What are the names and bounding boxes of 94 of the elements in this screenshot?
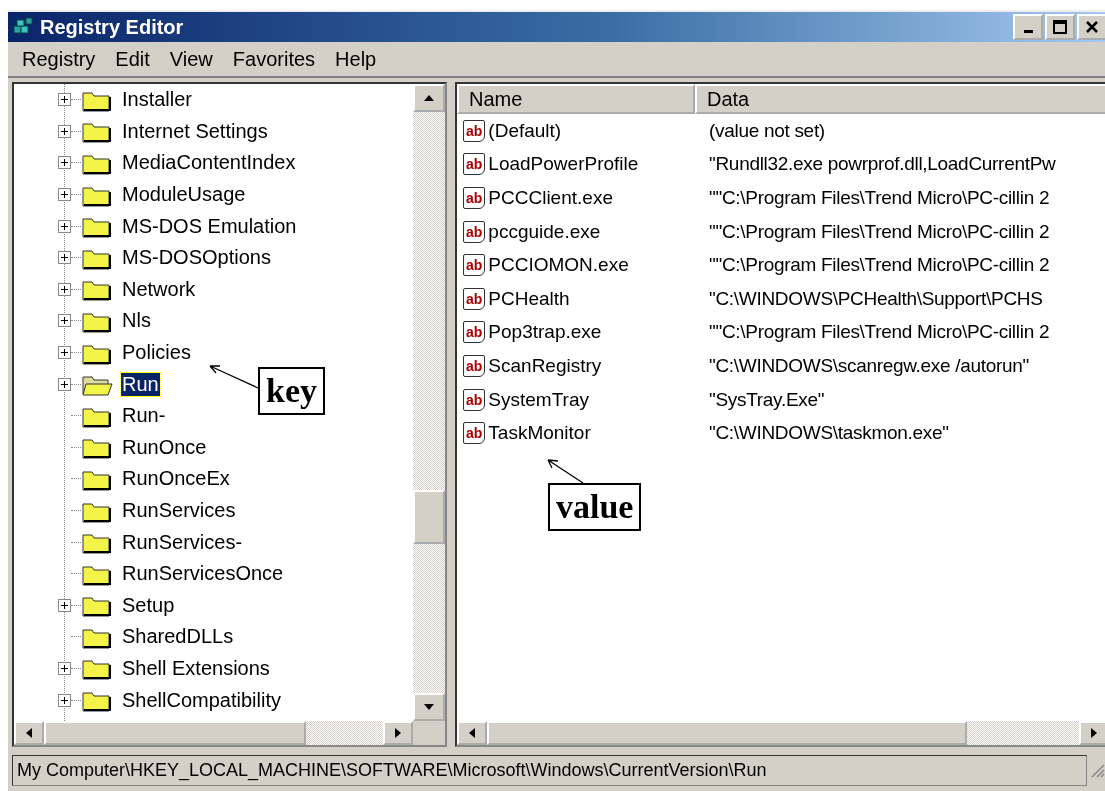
value-name[interactable]: ScanRegistry	[488, 354, 602, 377]
window-title: Registry Editor	[40, 15, 184, 39]
maximize-button[interactable]	[1045, 14, 1075, 40]
tree-item[interactable]: RunOnceEx	[121, 467, 231, 491]
string-value-icon: ab	[463, 220, 486, 243]
tree-item[interactable]: Setup	[121, 593, 176, 617]
string-value-icon: ab	[463, 254, 486, 277]
value-name[interactable]: PCCClient.exe	[488, 187, 613, 209]
value-data: "C:\WINDOWS\PCHealth\Support\PCHS	[708, 287, 1043, 310]
leader-arrow	[209, 365, 259, 389]
string-value-icon: ab	[463, 187, 486, 209]
expand-icon[interactable]	[58, 693, 71, 707]
expand-icon[interactable]	[58, 662, 71, 675]
value-name[interactable]: PCHealth	[488, 287, 570, 310]
status-path: My Computer\HKEY_LOCAL_MACHINE\SOFTWARE\Microsoft\Windows\CurrentVersion\Run	[12, 754, 1087, 786]
expand-icon[interactable]	[58, 251, 71, 265]
value-data: "C:\WINDOWS\scanregw.exe /autorun"	[708, 354, 1030, 377]
value-data: ""C:\Program Files\Trend Micro\PC-cillin 2	[708, 254, 1050, 277]
value-name[interactable]: Pop3trap.exe	[488, 321, 602, 344]
tree-item[interactable]: ShellCompatibility	[121, 688, 282, 712]
down-arrow-icon	[423, 703, 435, 711]
value-name[interactable]: pccguide.exe	[488, 220, 601, 243]
tree-item[interactable]: RunServices	[121, 499, 237, 522]
value-data: ""C:\Program Files\Trend Micro\PC-cillin 2	[708, 187, 1050, 209]
scroll-thumb[interactable]	[487, 721, 967, 745]
leader-arrow	[547, 459, 584, 484]
expand-icon[interactable]	[58, 156, 71, 170]
value-data: "Rundll32.exe powrprof.dll,LoadCurrentPw	[708, 153, 1056, 176]
right-arrow-icon	[394, 727, 402, 739]
value-data: ""C:\Program Files\Trend Micro\PC-cillin 2	[708, 220, 1050, 243]
tree-item[interactable]: Internet Settings	[121, 119, 269, 143]
expand-icon[interactable]	[58, 124, 71, 138]
scroll-thumb[interactable]	[413, 490, 445, 544]
expand-icon[interactable]	[58, 219, 71, 233]
tree-item[interactable]: RunServicesOnce	[121, 562, 285, 586]
menu-item[interactable]: View	[161, 47, 221, 71]
tree-item[interactable]: MS-DOSOptions	[121, 246, 272, 270]
tree-item[interactable]: Nls	[121, 309, 152, 333]
tree-item[interactable]: Run	[121, 372, 160, 396]
string-value-icon: ab	[463, 422, 486, 445]
tree-item[interactable]: Network	[121, 277, 197, 301]
string-value-icon: ab	[463, 153, 486, 176]
scroll-thumb[interactable]	[44, 721, 306, 745]
right-arrow-icon	[1090, 727, 1098, 739]
tree-item[interactable]: SharedDLLs	[121, 625, 235, 649]
menu-item[interactable]: Registry	[14, 47, 104, 71]
string-value-icon: ab	[463, 388, 486, 411]
tree-item[interactable]: ModuleUsage	[121, 183, 247, 207]
value-data: "SysTray.Exe"	[708, 388, 825, 411]
value-data: ""C:\Program Files\Trend Micro\PC-cillin 2	[708, 321, 1050, 344]
close-icon	[1085, 20, 1099, 34]
tree-item[interactable]: MS-DOS Emulation	[121, 214, 298, 238]
expand-icon[interactable]	[58, 314, 71, 328]
value-name[interactable]: SystemTray	[488, 388, 589, 411]
annotation-label: key	[258, 367, 325, 415]
expand-icon[interactable]	[58, 188, 71, 202]
up-arrow-icon	[423, 94, 435, 102]
tree-item[interactable]: RunServices-	[121, 530, 244, 554]
menu-item[interactable]: Edit	[107, 47, 158, 71]
expand-icon[interactable]	[58, 93, 71, 107]
expand-icon[interactable]	[58, 377, 71, 391]
expand-icon[interactable]	[58, 282, 71, 296]
tree-item[interactable]: RunOnce	[121, 435, 208, 459]
expand-icon[interactable]	[58, 346, 71, 360]
value-name[interactable]: TaskMonitor	[488, 422, 591, 445]
value-name[interactable]: PCCIOMON.exe	[488, 254, 629, 277]
minimize-icon	[1023, 30, 1033, 33]
menu-item[interactable]: Favorites	[224, 47, 324, 71]
string-value-icon: ab	[463, 287, 486, 310]
menu-item[interactable]: Help	[327, 47, 385, 71]
vertical-scrollbar[interactable]	[413, 84, 445, 721]
annotation-label: value	[548, 483, 642, 531]
string-value-icon: ab	[463, 354, 486, 377]
resize-grip-icon	[1089, 762, 1105, 778]
string-value-icon: ab	[463, 119, 486, 142]
value-name[interactable]: (Default)	[488, 119, 562, 142]
close-button[interactable]	[1077, 14, 1105, 40]
horizontal-scrollbar[interactable]	[457, 721, 1105, 745]
expand-icon[interactable]	[58, 598, 71, 612]
maximize-icon	[1053, 20, 1067, 34]
tree-item[interactable]: Installer	[121, 88, 194, 112]
string-value-icon: ab	[463, 321, 486, 344]
minimize-button[interactable]	[1013, 14, 1043, 40]
column-header[interactable]: Data	[695, 84, 1105, 114]
value-data: (value not set)	[708, 119, 825, 142]
value-data: "C:\WINDOWS\taskmon.exe"	[708, 422, 949, 445]
left-arrow-icon	[468, 727, 476, 739]
tree-item[interactable]: Policies	[121, 341, 192, 365]
tree-item[interactable]: Run-	[121, 404, 167, 428]
left-arrow-icon	[25, 727, 33, 739]
tree-item[interactable]: Shell Extensions	[121, 657, 271, 680]
value-name[interactable]: LoadPowerProfile	[488, 153, 639, 176]
column-header[interactable]: Name	[457, 84, 695, 114]
tree-item[interactable]: MediaContentIndex	[121, 151, 297, 175]
